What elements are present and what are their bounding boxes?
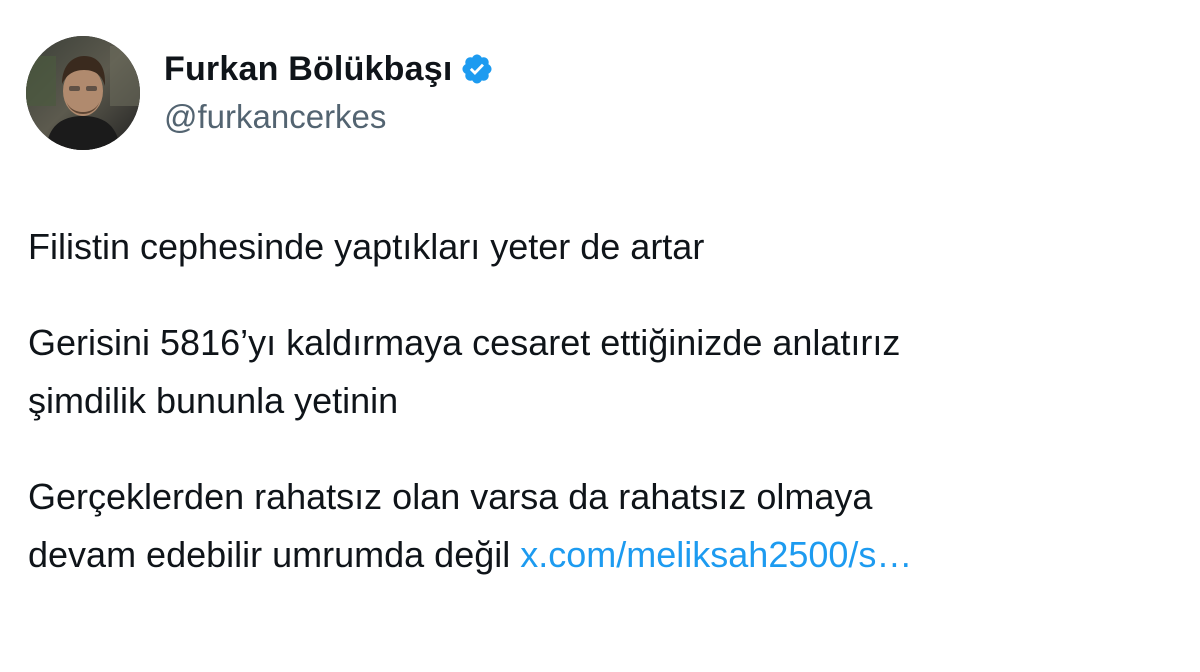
verified-badge-icon[interactable] [460, 52, 494, 86]
tweet-paragraph: Filistin cephesinde yaptıkları yeter de … [28, 218, 1178, 276]
tweet-card: Furkan Bölükbaşı @furkancerkes Filistin … [0, 0, 1200, 672]
author-handle[interactable]: @furkancerkes [164, 95, 494, 139]
tweet-paragraph: Gerisini 5816’yı kaldırmaya cesaret etti… [28, 314, 1178, 430]
tweet-text: Filistin cephesinde yaptıkları yeter de … [28, 218, 1178, 622]
name-row: Furkan Bölükbaşı [164, 47, 494, 91]
tweet-line-text: devam edebilir umrumda değil [28, 534, 521, 575]
tweet-line-with-link: devam edebilir umrumda değil x.com/melik… [28, 526, 1178, 584]
tweet-line: şimdilik bununla yetinin [28, 380, 399, 421]
tweet-link[interactable]: x.com/meliksah2500/s… [520, 534, 912, 575]
display-name[interactable]: Furkan Bölükbaşı [164, 47, 452, 91]
author-names: Furkan Bölükbaşı @furkancerkes [164, 47, 494, 139]
tweet-paragraph: Gerçeklerden rahatsız olan varsa da raha… [28, 468, 1178, 584]
tweet-line: Gerisini 5816’yı kaldırmaya cesaret etti… [28, 322, 901, 363]
tweet-header: Furkan Bölükbaşı @furkancerkes [26, 34, 494, 152]
avatar[interactable] [26, 36, 140, 150]
tweet-line: Filistin cephesinde yaptıkları yeter de … [28, 226, 705, 267]
avatar-photo [26, 36, 140, 150]
tweet-line: Gerçeklerden rahatsız olan varsa da raha… [28, 476, 873, 517]
